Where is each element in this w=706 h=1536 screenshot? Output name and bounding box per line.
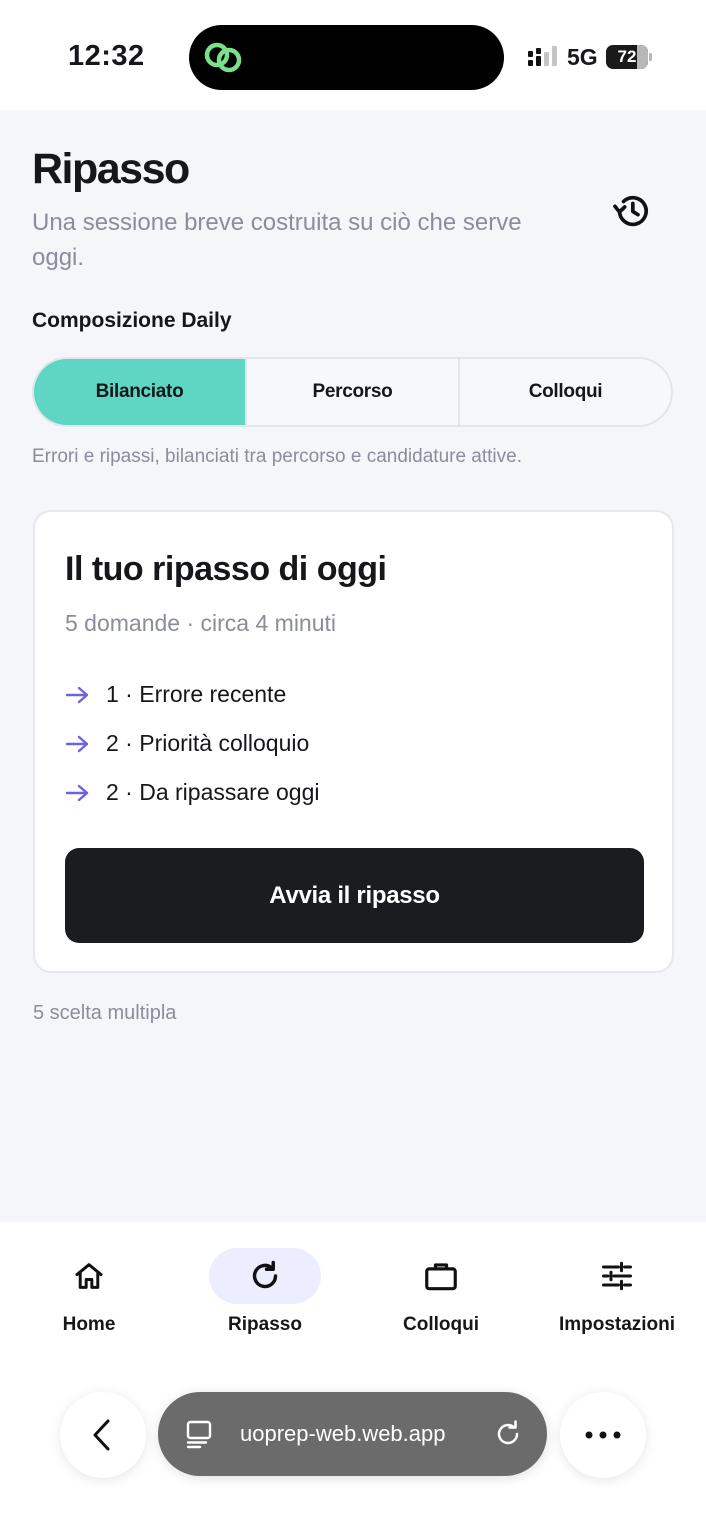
tab-impostazioni[interactable]: Impostazioni: [542, 1246, 692, 1346]
review-items-list: 1 · Errore recente 2 · Priorità colloqui…: [65, 670, 320, 817]
tab-colloqui[interactable]: Colloqui: [366, 1246, 516, 1346]
history-icon: [613, 195, 648, 227]
status-time: 12:32: [68, 40, 145, 72]
page-subtitle: Una sessione breve costruita su ciò che …: [32, 209, 522, 271]
url-bar[interactable]: uoprep-web.web.app: [158, 1392, 547, 1476]
composition-label: Composizione Daily: [32, 309, 232, 332]
arrow-right-icon: [65, 686, 89, 703]
composition-segmented-control: Bilanciato Percorso Colloqui: [32, 357, 673, 427]
battery-icon: 72: [606, 45, 648, 69]
history-button[interactable]: [608, 187, 656, 235]
linked-rings-icon: [204, 42, 242, 73]
tab-home[interactable]: Home: [14, 1246, 164, 1346]
tabs-icon: [186, 1420, 212, 1449]
list-item: 1 · Errore recente: [65, 670, 320, 719]
list-item: 2 · Da ripassare oggi: [65, 768, 320, 817]
tab-icon-wrap: [33, 1248, 145, 1304]
browser-toolbar: uoprep-web.web.app: [0, 1372, 706, 1536]
page-title: Ripasso: [32, 145, 190, 193]
chevron-left-icon: [93, 1419, 110, 1451]
tab-ripasso[interactable]: Ripasso: [190, 1246, 340, 1346]
url-text: uoprep-web.web.app: [240, 1421, 446, 1446]
reload-icon[interactable]: [492, 1418, 524, 1450]
briefcase-icon: [425, 1263, 457, 1291]
bottom-tab-bar: Home Ripasso Colloqui Impostazioni: [0, 1222, 706, 1372]
tab-icon-wrap: [209, 1248, 321, 1304]
refresh-icon: [252, 1260, 278, 1289]
start-review-button[interactable]: Avvia il ripasso: [65, 848, 644, 943]
review-card: Il tuo ripasso di oggi 5 domande · circa…: [33, 510, 674, 973]
battery-tip: [649, 53, 652, 61]
segment-colloqui[interactable]: Colloqui: [460, 359, 671, 425]
signal-icon: [528, 46, 557, 66]
tab-label: Impostazioni: [558, 1314, 676, 1335]
home-icon: [75, 1263, 103, 1289]
back-button[interactable]: [60, 1392, 146, 1478]
more-dots-icon: [585, 1431, 621, 1439]
tab-label: Ripasso: [228, 1314, 302, 1335]
list-item: 2 · Priorità colloquio: [65, 719, 320, 768]
question-type-note: 5 scelta multipla: [33, 1002, 177, 1024]
arrow-right-icon: [65, 784, 89, 801]
tab-icon-wrap: [561, 1248, 673, 1304]
card-meta: 5 domande · circa 4 minuti: [65, 610, 337, 636]
tab-icon-wrap: [385, 1248, 497, 1304]
more-button[interactable]: [560, 1392, 646, 1478]
card-title: Il tuo ripasso di oggi: [65, 550, 387, 588]
arrow-right-icon: [65, 735, 89, 752]
list-item-label: 2 · Da ripassare oggi: [106, 779, 320, 805]
network-type: 5G: [567, 44, 598, 70]
segment-bilanciato[interactable]: Bilanciato: [34, 359, 247, 425]
battery-level: 72: [617, 47, 637, 66]
composition-description: Errori e ripassi, bilanciati tra percors…: [32, 446, 523, 467]
list-item-label: 1 · Errore recente: [106, 681, 287, 707]
sliders-icon: [602, 1261, 632, 1291]
segment-percorso[interactable]: Percorso: [247, 359, 460, 425]
tab-label: Home: [62, 1314, 116, 1335]
status-bar: 12:32 5G 72: [0, 0, 706, 110]
list-item-label: 2 · Priorità colloquio: [106, 730, 310, 756]
tab-label: Colloqui: [403, 1314, 479, 1335]
